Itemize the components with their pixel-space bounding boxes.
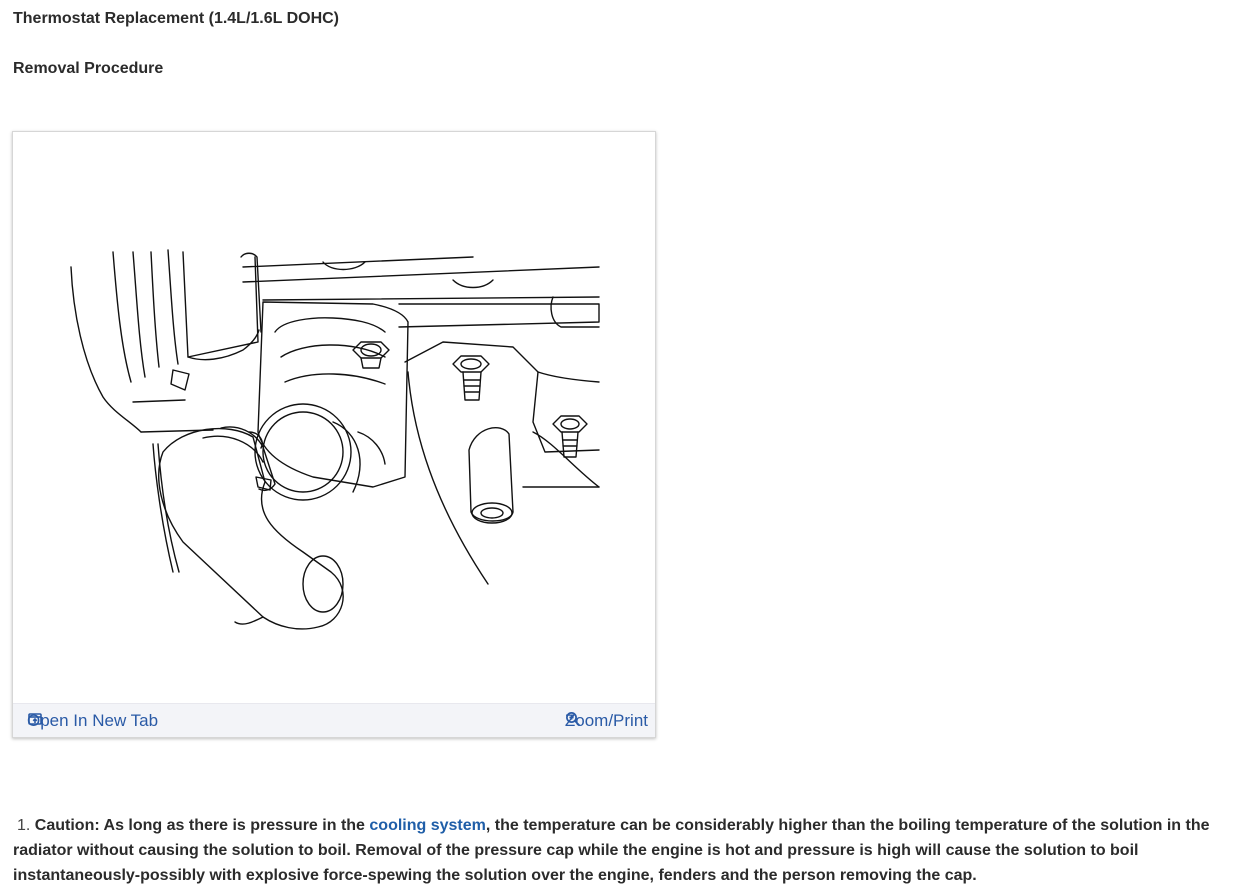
thermostat-illustration xyxy=(70,249,600,630)
figure-panel: Open In New Tab Zoom/Print xyxy=(12,131,656,738)
zoom-print-link[interactable]: Zoom/Print xyxy=(565,711,648,731)
caution-text-start: Caution: As long as there is pressure in… xyxy=(34,817,370,834)
step-number: 1. xyxy=(17,817,31,834)
open-in-new-tab-icon xyxy=(28,713,42,725)
section-heading: Removal Procedure xyxy=(13,60,164,77)
open-in-new-tab-link[interactable]: Open In New Tab xyxy=(27,711,158,731)
zoom-in-icon xyxy=(565,712,580,727)
figure-toolbar: Open In New Tab Zoom/Print xyxy=(13,703,655,737)
open-in-new-tab-label: Open In New Tab xyxy=(27,711,159,730)
procedure-steps: 1. Caution: As long as there is pressure… xyxy=(13,813,1225,888)
cooling-system-link[interactable]: cooling system xyxy=(369,817,485,834)
page-title: Thermostat Replacement (1.4L/1.6L DOHC) xyxy=(13,10,340,27)
step-item: 1. Caution: As long as there is pressure… xyxy=(13,813,1225,888)
